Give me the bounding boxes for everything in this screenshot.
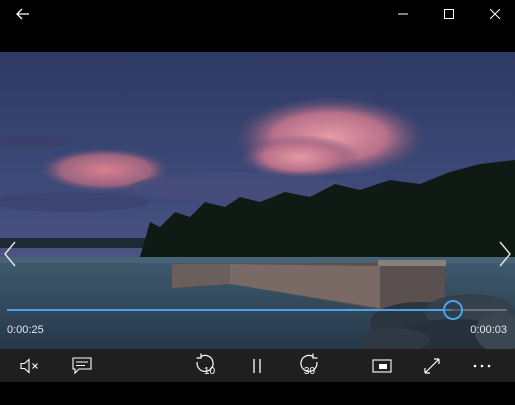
fullscreen-button[interactable]: [414, 349, 450, 382]
video-image: [0, 52, 515, 349]
close-icon: [490, 9, 500, 19]
fullscreen-icon: [424, 357, 440, 374]
seek-bar[interactable]: [7, 309, 507, 311]
subtitles-button[interactable]: [64, 349, 100, 382]
title-bar: [0, 0, 515, 28]
skip-back-label: 10: [203, 366, 216, 377]
chevron-right-icon: [499, 241, 511, 267]
chevron-left-icon: [4, 241, 16, 267]
seek-thumb[interactable]: [443, 300, 463, 320]
mini-view-button[interactable]: [364, 349, 400, 382]
skip-forward-label: 30: [303, 366, 316, 377]
more-icon: [473, 364, 491, 367]
back-arrow-icon: [16, 8, 29, 20]
window-bottom-edge: [0, 382, 515, 405]
back-button[interactable]: [0, 0, 46, 28]
subtitles-icon: [72, 356, 92, 374]
mini-view-icon: [372, 358, 392, 373]
remaining-time: 0:00:03: [470, 324, 507, 336]
seek-bar-played: [7, 309, 452, 311]
skip-back-button[interactable]: 10: [189, 349, 225, 382]
transport-controls: 10 30: [0, 349, 515, 382]
video-frame[interactable]: [0, 52, 515, 349]
minimize-button[interactable]: [380, 0, 426, 28]
minimize-icon: [398, 13, 408, 15]
pause-button[interactable]: [239, 349, 275, 382]
previous-button[interactable]: [2, 237, 18, 271]
more-button[interactable]: [464, 349, 500, 382]
close-button[interactable]: [472, 0, 515, 28]
pause-icon: [253, 358, 261, 373]
elapsed-time: 0:00:25: [7, 324, 44, 336]
maximize-icon: [444, 9, 454, 19]
mute-button[interactable]: [12, 349, 48, 382]
next-button[interactable]: [497, 237, 513, 271]
volume-muted-icon: [20, 357, 38, 374]
skip-forward-button[interactable]: 30: [289, 349, 325, 382]
maximize-button[interactable]: [426, 0, 472, 28]
